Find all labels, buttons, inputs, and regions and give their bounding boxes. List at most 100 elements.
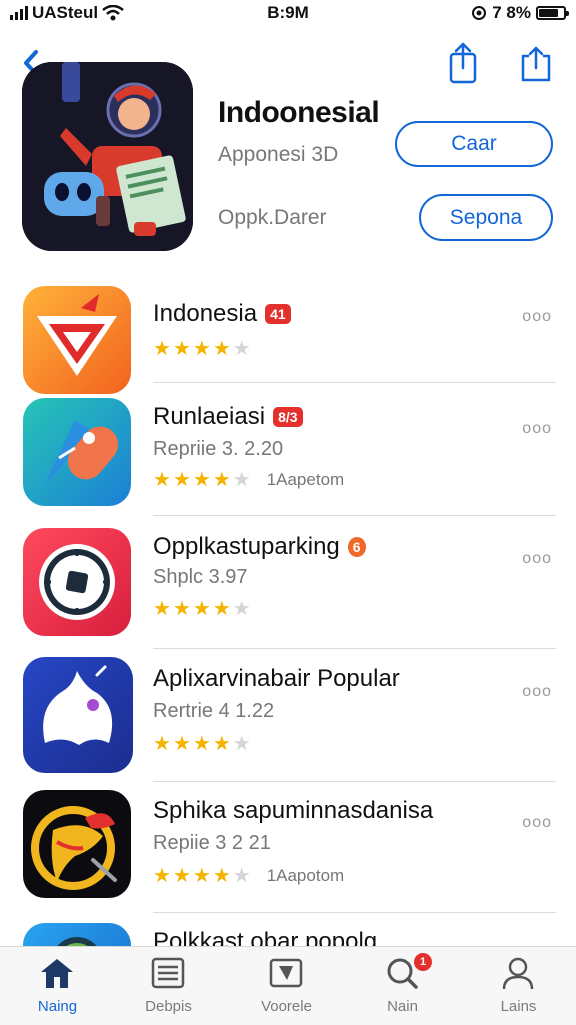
rating-stars: ★ ★ ★ ★ ★ 1Aapotom <box>153 866 344 886</box>
star-icon: ★ <box>232 338 251 360</box>
app-meta: Shplc 3.97 <box>153 566 248 588</box>
share-icon <box>449 42 477 84</box>
app-name-text: Polkkast obar popolg <box>153 928 378 946</box>
more-button[interactable]: ooo <box>522 683 552 701</box>
rating-stars: ★ ★ ★ ★ ★ 1Aapetom <box>153 470 344 490</box>
triangle-logo-icon <box>37 294 117 376</box>
star-icon: ★ <box>192 733 211 755</box>
hero-app-icon[interactable] <box>22 62 193 251</box>
star-icon: ★ <box>232 865 251 887</box>
tab-label: Nain <box>387 998 418 1015</box>
star-icon: ★ <box>172 865 191 887</box>
app-icon <box>23 286 131 394</box>
ghost-logo-icon <box>43 665 113 745</box>
tab-label: Naing <box>37 998 78 1015</box>
app-badge: 6 <box>347 537 366 557</box>
app-name: Aplixarvinabair Popular <box>153 665 400 693</box>
app-name-text: Runlaeiasi <box>153 403 266 430</box>
star-icon: ★ <box>153 865 171 887</box>
share-icon <box>521 46 551 82</box>
star-icon: ★ <box>153 733 171 755</box>
app-meta: Repriie 3. 2.20 <box>153 438 284 460</box>
rating-stars: ★ ★ ★ ★ ★ <box>153 339 251 359</box>
app-badge: 41 <box>265 304 291 324</box>
status-right: 7 8% <box>471 3 569 23</box>
review-count: 1Aapetom <box>266 470 345 489</box>
star-icon: ★ <box>232 733 251 755</box>
review-count: 1Aapotom <box>266 866 345 885</box>
star-icon: ★ <box>172 598 191 620</box>
battery-fill <box>539 9 558 17</box>
bird-logo-icon <box>31 806 117 890</box>
list-icon <box>151 957 185 989</box>
app-name: Runlaeiasi 8/3 <box>153 403 303 431</box>
app-name-text: Indonesia <box>153 300 258 327</box>
app-icon <box>23 528 131 636</box>
star-icon: ★ <box>212 338 231 360</box>
location-icon <box>472 6 487 20</box>
game-character-icon <box>22 62 193 251</box>
star-icon: ★ <box>212 469 231 491</box>
clock-icon <box>39 544 115 620</box>
star-icon: ★ <box>212 733 231 755</box>
tab-home[interactable]: Naing <box>0 947 115 1025</box>
app-name-text: Sphika sapuminnasdanisa <box>153 797 434 824</box>
star-icon: ★ <box>153 469 171 491</box>
star-icon: ★ <box>172 469 191 491</box>
app-icon <box>23 790 131 898</box>
star-icon: ★ <box>232 469 251 491</box>
app-name: Sphika sapuminnasdanisa <box>153 797 433 825</box>
star-icon: ★ <box>192 338 211 360</box>
app-meta: Rertrie 4 1.22 <box>153 700 275 722</box>
tab-bar: Naing Debpis Voorele Nain Lains <box>0 946 576 1025</box>
more-button[interactable]: ooo <box>522 308 552 326</box>
separator <box>153 382 556 383</box>
app-name-text: Aplixarvinabair Popular <box>153 665 400 692</box>
app-name-text: Opplkastuparking <box>153 533 340 560</box>
app-icon <box>23 398 131 506</box>
battery-percent: 7 8% <box>492 3 531 22</box>
battery-icon <box>536 6 569 20</box>
more-button[interactable]: ooo <box>522 550 552 568</box>
tab-profile[interactable]: Lains <box>461 947 576 1025</box>
star-icon: ★ <box>192 865 211 887</box>
open-button[interactable]: Sepona <box>419 194 553 241</box>
hero-app-title: Indoonesial <box>218 96 380 129</box>
separator <box>153 515 556 516</box>
person-icon <box>502 957 534 990</box>
app-name: Opplkastuparking 6 <box>153 533 366 561</box>
tab-label: Lains <box>500 998 537 1015</box>
star-icon: ★ <box>153 338 171 360</box>
tab-list[interactable]: Debpis <box>111 947 226 1025</box>
app-name: Polkkast obar popolg <box>153 928 377 946</box>
star-icon: ★ <box>153 598 171 620</box>
star-icon: ★ <box>172 733 191 755</box>
app-meta: Repiie 3 2 21 <box>153 832 271 854</box>
more-button[interactable]: ooo <box>522 814 552 832</box>
tab-label: Voorele <box>261 998 312 1015</box>
app-badge: 8/3 <box>273 407 303 427</box>
get-button[interactable]: Caar <box>395 121 553 167</box>
rating-stars: ★ ★ ★ ★ ★ <box>153 734 251 754</box>
app-icon <box>23 657 133 773</box>
notification-badge: 1 <box>414 953 432 971</box>
tab-label: Debpis <box>145 998 192 1015</box>
more-button[interactable]: ooo <box>522 420 552 438</box>
star-icon: ★ <box>212 598 231 620</box>
separator <box>153 912 556 913</box>
hero-app-developer[interactable]: Oppk.Darer <box>218 206 327 230</box>
separator <box>153 648 556 649</box>
star-icon: ★ <box>192 469 211 491</box>
share-button[interactable] <box>446 42 480 84</box>
folder-icon <box>269 958 303 988</box>
tab-folder[interactable]: Voorele <box>229 947 344 1025</box>
app-name: Indonesia 41 <box>153 300 291 328</box>
star-icon: ★ <box>232 598 251 620</box>
separator <box>153 781 556 782</box>
pencil-logo-icon <box>45 420 119 484</box>
star-icon: ★ <box>172 338 191 360</box>
tab-search[interactable]: Nain <box>345 947 460 1025</box>
star-icon: ★ <box>212 865 231 887</box>
share-alt-button[interactable] <box>517 44 555 84</box>
star-icon: ★ <box>192 598 211 620</box>
